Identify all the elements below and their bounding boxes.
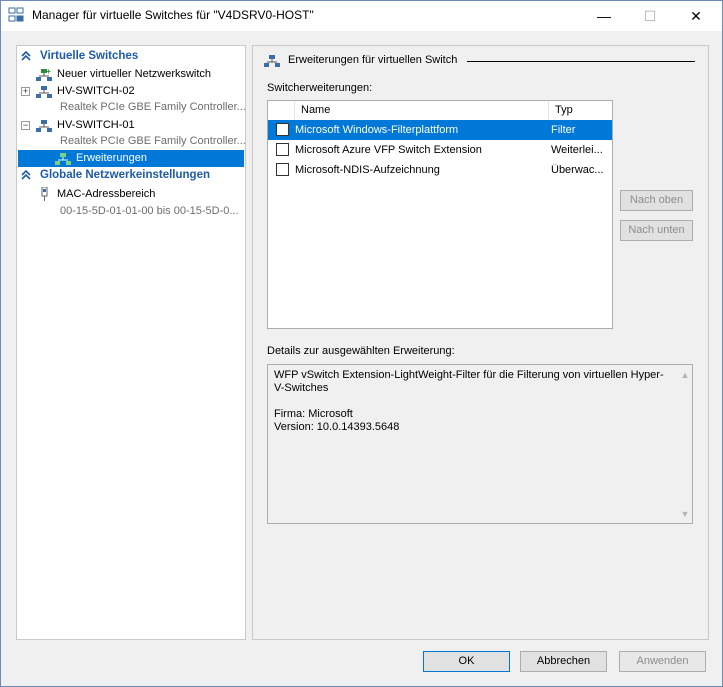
scroll-down-arrow-icon[interactable]: ▼ (678, 507, 692, 521)
switch-name: HV-SWITCH-01 (57, 119, 135, 131)
column-header-type[interactable]: Typ (555, 104, 573, 116)
switch-name: HV-SWITCH-02 (57, 85, 135, 97)
network-switch-icon (36, 86, 52, 98)
adapter-name: Realtek PCIe GBE Family Controller... (60, 101, 246, 113)
expand-icon[interactable]: + (21, 87, 30, 96)
section-virtual-switches[interactable]: Virtuelle Switches (18, 49, 244, 65)
tree-item-new-switch[interactable]: + Neuer virtueller Netzwerkswitch (17, 66, 245, 83)
tree-item-label: MAC-Adressbereich (57, 188, 156, 200)
extension-type: Weiterlei... (551, 144, 603, 156)
group-divider (467, 61, 695, 62)
details-description: WFP vSwitch Extension-LightWeight-Filter… (274, 369, 664, 381)
dialog-window: Manager für virtuelle Switches für "V4DS… (0, 0, 723, 687)
minimize-button[interactable]: — (581, 1, 627, 31)
details-label: Details zur ausgewählten Erweiterung: (267, 345, 455, 357)
collapse-chevron-icon (21, 169, 31, 180)
tree-item-extensions[interactable]: Erweiterungen (18, 150, 244, 167)
list-header: Name Typ (268, 101, 612, 121)
tree-item-mac-value[interactable]: 00-15-5D-01-01-00 bis 00-15-5D-0... (17, 203, 245, 220)
details-panel: Erweiterungen für virtuellen Switch Swit… (252, 45, 709, 640)
list-item[interactable]: Microsoft Azure VFP Switch Extension Wei… (268, 140, 612, 160)
details-description-cont: V-Switches (274, 382, 329, 394)
network-adapter-icon (41, 187, 48, 201)
scroll-up-arrow-icon[interactable]: ▲ (678, 368, 692, 382)
apply-button[interactable]: Anwenden (619, 651, 706, 672)
section-global-network-settings[interactable]: Globale Netzwerkeinstellungen (18, 168, 244, 184)
extensions-list[interactable]: Name Typ Microsoft Windows-Filterplattfo… (267, 100, 613, 329)
extension-name: Microsoft-NDIS-Aufzeichnung (295, 164, 440, 176)
section-label: Globale Netzwerkeinstellungen (40, 169, 210, 181)
extension-name: Microsoft Azure VFP Switch Extension (295, 144, 482, 156)
move-down-button[interactable]: Nach unten (620, 220, 693, 241)
move-up-button[interactable]: Nach oben (620, 190, 693, 211)
ok-button[interactable]: OK (423, 651, 510, 672)
cancel-button[interactable]: Abbrechen (520, 651, 607, 672)
maximize-button[interactable]: ☐ (627, 1, 673, 31)
column-separator (548, 101, 549, 120)
extension-type: Filter (551, 124, 576, 136)
window-title: Manager für virtuelle Switches für "V4DS… (32, 8, 314, 22)
tree-item-adapter-02[interactable]: Realtek PCIe GBE Family Controller... (17, 99, 246, 116)
switch-manager-icon (8, 7, 24, 22)
mac-range-value: 00-15-5D-01-01-00 bis 00-15-5D-0... (60, 205, 239, 217)
column-header-name[interactable]: Name (301, 104, 330, 116)
group-title: Erweiterungen für virtuellen Switch (288, 54, 458, 66)
svg-text:+: + (46, 68, 51, 76)
navigation-tree: Virtuelle Switches + Neuer virtueller Ne… (16, 45, 246, 640)
details-textbox[interactable]: WFP vSwitch Extension-LightWeight-Filter… (267, 364, 693, 524)
adapter-name: Realtek PCIe GBE Family Controller... (60, 135, 246, 147)
enable-checkbox[interactable] (276, 163, 289, 176)
section-label: Virtuelle Switches (40, 50, 139, 62)
column-separator (294, 101, 295, 120)
title-bar: Manager für virtuelle Switches für "V4DS… (1, 1, 722, 31)
list-item[interactable]: Microsoft-NDIS-Aufzeichnung Überwac... (268, 160, 612, 180)
tree-item-label: Erweiterungen (76, 152, 147, 164)
tree-item-adapter-01[interactable]: Realtek PCIe GBE Family Controller... (17, 133, 246, 150)
close-button[interactable]: ✕ (673, 1, 719, 31)
details-company: Firma: Microsoft (274, 408, 353, 420)
network-switch-icon (264, 55, 280, 67)
collapse-icon[interactable]: − (21, 121, 30, 130)
extension-name: Microsoft Windows-Filterplattform (295, 124, 459, 136)
details-version: Version: 10.0.14393.5648 (274, 421, 400, 433)
extensions-icon (55, 153, 71, 165)
tree-item-mac-range[interactable]: MAC-Adressbereich (17, 186, 245, 203)
new-network-switch-icon: + (36, 68, 52, 81)
extension-type: Überwac... (551, 164, 604, 176)
list-item[interactable]: Microsoft Windows-Filterplattform Filter (268, 120, 612, 140)
tree-item-label: Neuer virtueller Netzwerkswitch (57, 68, 212, 80)
tree-item-hv-switch-01[interactable]: − HV-SWITCH-01 (17, 117, 245, 134)
network-switch-icon (36, 120, 52, 132)
extensions-list-label: Switcherweiterungen: (267, 82, 373, 94)
enable-checkbox[interactable] (276, 143, 289, 156)
tree-item-hv-switch-02[interactable]: + HV-SWITCH-02 (17, 83, 245, 100)
enable-checkbox[interactable] (276, 123, 289, 136)
collapse-chevron-icon (21, 50, 31, 61)
